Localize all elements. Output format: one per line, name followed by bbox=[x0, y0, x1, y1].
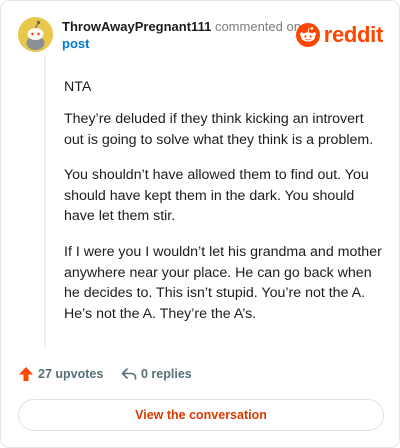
replies-count: 0 replies bbox=[141, 367, 192, 381]
commented-on-text: commented on bbox=[214, 19, 301, 34]
comment-paragraph: NTA bbox=[64, 79, 92, 95]
upvote-arrow-icon bbox=[19, 367, 33, 381]
comment-body: NTA They’re deluded if they think kickin… bbox=[44, 56, 386, 346]
reddit-wordmark: reddit bbox=[323, 22, 384, 47]
author-line: ThrowAwayPregnant111 commented on bbox=[62, 19, 301, 35]
reddit-logo-icon bbox=[295, 23, 320, 47]
comment-paragraph: You shouldn’t have allowed them to find … bbox=[64, 167, 369, 224]
comment-header: ThrowAwayPregnant111 commented on post r… bbox=[18, 17, 383, 53]
comment-paragraph: If I were you I wouldn’t let his grandma… bbox=[64, 244, 382, 322]
upvotes-stat[interactable]: 27 upvotes bbox=[18, 366, 103, 382]
comment-paragraph: They’re deluded if they think kicking an… bbox=[64, 111, 374, 148]
view-conversation-button[interactable]: View the conversation bbox=[18, 399, 384, 431]
user-avatar[interactable] bbox=[18, 17, 53, 52]
snoo-avatar-icon bbox=[18, 17, 53, 52]
author-name[interactable]: ThrowAwayPregnant111 bbox=[62, 19, 211, 34]
reddit-logo[interactable]: reddit bbox=[295, 22, 384, 48]
post-link[interactable]: post bbox=[62, 36, 89, 52]
reply-arrow-icon bbox=[121, 368, 137, 380]
replies-stat[interactable]: 0 replies bbox=[121, 366, 192, 382]
upvotes-count: 27 upvotes bbox=[38, 367, 104, 381]
comment-footer: 27 upvotes 0 replies bbox=[18, 366, 382, 386]
comment-card: ThrowAwayPregnant111 commented on post r… bbox=[0, 0, 400, 448]
